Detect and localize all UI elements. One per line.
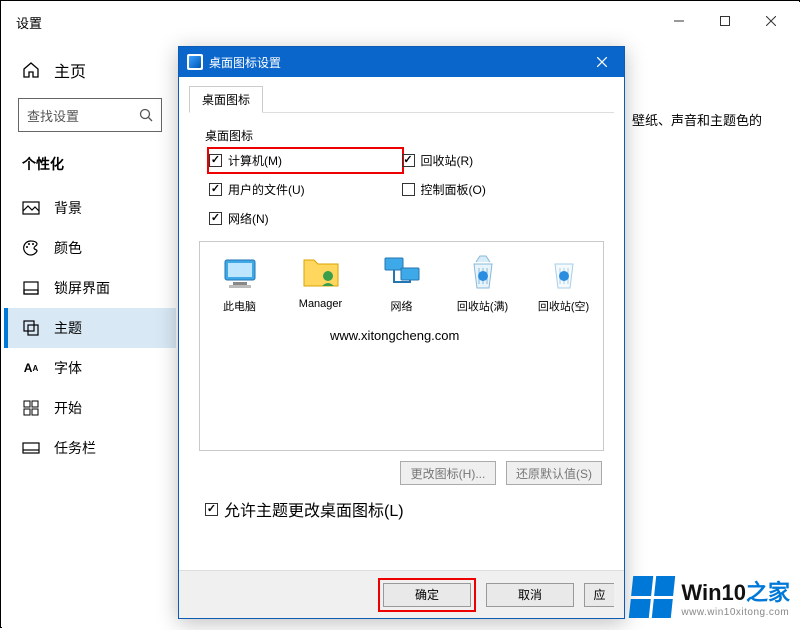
checkbox-userfiles[interactable]: 用户的文件(U) xyxy=(209,181,402,198)
computer-icon xyxy=(219,252,261,294)
sidebar-item-label: 主题 xyxy=(54,318,82,338)
checkbox-icon xyxy=(209,212,222,225)
brand-text: Win10之家 xyxy=(681,575,790,607)
sidebar-item-label: 字体 xyxy=(54,358,82,378)
picture-icon xyxy=(22,199,40,217)
dialog-footer: 确定 取消 应 xyxy=(179,570,624,618)
checkbox-label: 控制面板(O) xyxy=(421,181,486,198)
search-placeholder: 查找设置 xyxy=(27,106,79,125)
maximize-button[interactable] xyxy=(702,6,748,36)
icon-network[interactable]: 网络 xyxy=(370,252,433,314)
checkbox-grid: 计算机(M) 回收站(R) 用户的文件(U) 控制面板(O) 网络(N) xyxy=(189,152,614,227)
checkbox-network[interactable]: 网络(N) xyxy=(209,210,402,227)
checkbox-icon xyxy=(209,183,222,196)
minimize-button[interactable] xyxy=(656,6,702,36)
folder-user-icon xyxy=(300,252,342,294)
apply-button-cut[interactable]: 应 xyxy=(584,583,614,607)
checkbox-label: 回收站(R) xyxy=(421,152,474,169)
windows-logo-icon xyxy=(629,576,675,618)
lockscreen-icon xyxy=(22,279,40,297)
dialog-title: 桌面图标设置 xyxy=(209,54,281,71)
tab-strip: 桌面图标 xyxy=(189,85,614,113)
checkbox-controlpanel[interactable]: 控制面板(O) xyxy=(402,181,595,198)
cancel-button[interactable]: 取消 xyxy=(486,583,574,607)
font-icon: AA xyxy=(22,359,40,377)
restore-default-button[interactable]: 还原默认值(S) xyxy=(506,461,602,485)
taskbar-icon xyxy=(22,439,40,457)
palette-icon xyxy=(22,239,40,257)
ok-button[interactable]: 确定 xyxy=(383,583,471,607)
background-text-fragment: 壁纸、声音和主题色的 xyxy=(632,110,762,129)
sidebar-item-label: 锁屏界面 xyxy=(54,278,110,298)
window-controls xyxy=(656,6,794,36)
sidebar-item-fonts[interactable]: AA 字体 xyxy=(4,348,176,388)
sidebar-item-colors[interactable]: 颜色 xyxy=(4,228,176,268)
checkbox-recyclebin[interactable]: 回收站(R) xyxy=(402,152,595,169)
checkbox-label: 允许主题更改桌面图标(L) xyxy=(224,497,404,521)
sidebar-item-themes[interactable]: 主题 xyxy=(4,308,176,348)
icon-label: 网络 xyxy=(391,298,413,314)
sidebar-item-label: 颜色 xyxy=(54,238,82,258)
checkbox-icon xyxy=(209,154,222,167)
home-label: 主页 xyxy=(54,58,86,82)
highlight-computer: 计算机(M) xyxy=(207,147,404,174)
watermark-text: www.xitongcheng.com xyxy=(330,328,459,343)
recycle-empty-icon xyxy=(543,252,585,294)
checkbox-icon xyxy=(402,183,415,196)
sidebar-item-background[interactable]: 背景 xyxy=(4,188,176,228)
recycle-full-icon xyxy=(462,252,504,294)
sidebar-item-label: 背景 xyxy=(54,198,82,218)
sidebar-item-label: 开始 xyxy=(54,398,82,418)
checkbox-allow-themes[interactable]: 允许主题更改桌面图标(L) xyxy=(205,497,598,521)
icon-label: 此电脑 xyxy=(223,298,256,314)
highlight-ok: 确定 xyxy=(378,578,476,612)
window-title: 设置 xyxy=(16,13,42,32)
icon-manager[interactable]: Manager xyxy=(289,252,352,314)
dialog-icon xyxy=(187,54,203,70)
sidebar-item-taskbar[interactable]: 任务栏 xyxy=(4,428,176,468)
brand-url: www.win10xitong.com xyxy=(681,607,790,618)
checkbox-computer[interactable]: 计算机(M) xyxy=(209,152,282,169)
checkbox-icon xyxy=(205,503,218,516)
dialog-close-button[interactable] xyxy=(580,47,624,77)
search-input[interactable]: 查找设置 xyxy=(18,98,162,132)
section-title: 个性化 xyxy=(4,150,176,188)
change-icon-button[interactable]: 更改图标(H)... xyxy=(400,461,496,485)
theme-icon xyxy=(22,319,40,337)
dialog-titlebar[interactable]: 桌面图标设置 xyxy=(179,47,624,77)
icon-label: 回收站(满) xyxy=(457,298,508,314)
branding-watermark: Win10之家 www.win10xitong.com xyxy=(631,575,790,618)
network-icon xyxy=(381,252,423,294)
sidebar-item-label: 任务栏 xyxy=(54,438,96,458)
sidebar-home[interactable]: 主页 xyxy=(4,48,176,94)
icon-recycle-full[interactable]: 回收站(满) xyxy=(451,252,514,314)
search-icon xyxy=(139,108,153,122)
icon-recycle-empty[interactable]: 回收站(空) xyxy=(532,252,595,314)
sidebar-item-start[interactable]: 开始 xyxy=(4,388,176,428)
checkbox-label: 网络(N) xyxy=(228,210,269,227)
desktop-icon-settings-dialog: 桌面图标设置 桌面图标 桌面图标 计算机(M) 回收站(R) 用户的文件(U) xyxy=(178,46,625,619)
icons-preview-panel: 此电脑 Manager 网络 回收站(满) 回收站(空) xyxy=(199,241,604,451)
checkbox-label: 计算机(M) xyxy=(228,152,282,169)
checkbox-label: 用户的文件(U) xyxy=(228,181,305,198)
checkbox-icon xyxy=(402,154,415,167)
icon-label: Manager xyxy=(299,298,342,310)
close-button[interactable] xyxy=(748,6,794,36)
tab-desktop-icons[interactable]: 桌面图标 xyxy=(189,86,263,113)
start-icon xyxy=(22,399,40,417)
icon-this-pc[interactable]: 此电脑 xyxy=(208,252,271,314)
icon-label: 回收站(空) xyxy=(538,298,589,314)
dialog-body: 桌面图标 桌面图标 计算机(M) 回收站(R) 用户的文件(U) 控制面板(O) xyxy=(179,77,624,521)
sidebar: 主页 查找设置 个性化 背景 颜色 锁屏界面 主题 AA 字体 xyxy=(4,48,176,468)
sidebar-item-lockscreen[interactable]: 锁屏界面 xyxy=(4,268,176,308)
home-icon xyxy=(22,61,40,79)
